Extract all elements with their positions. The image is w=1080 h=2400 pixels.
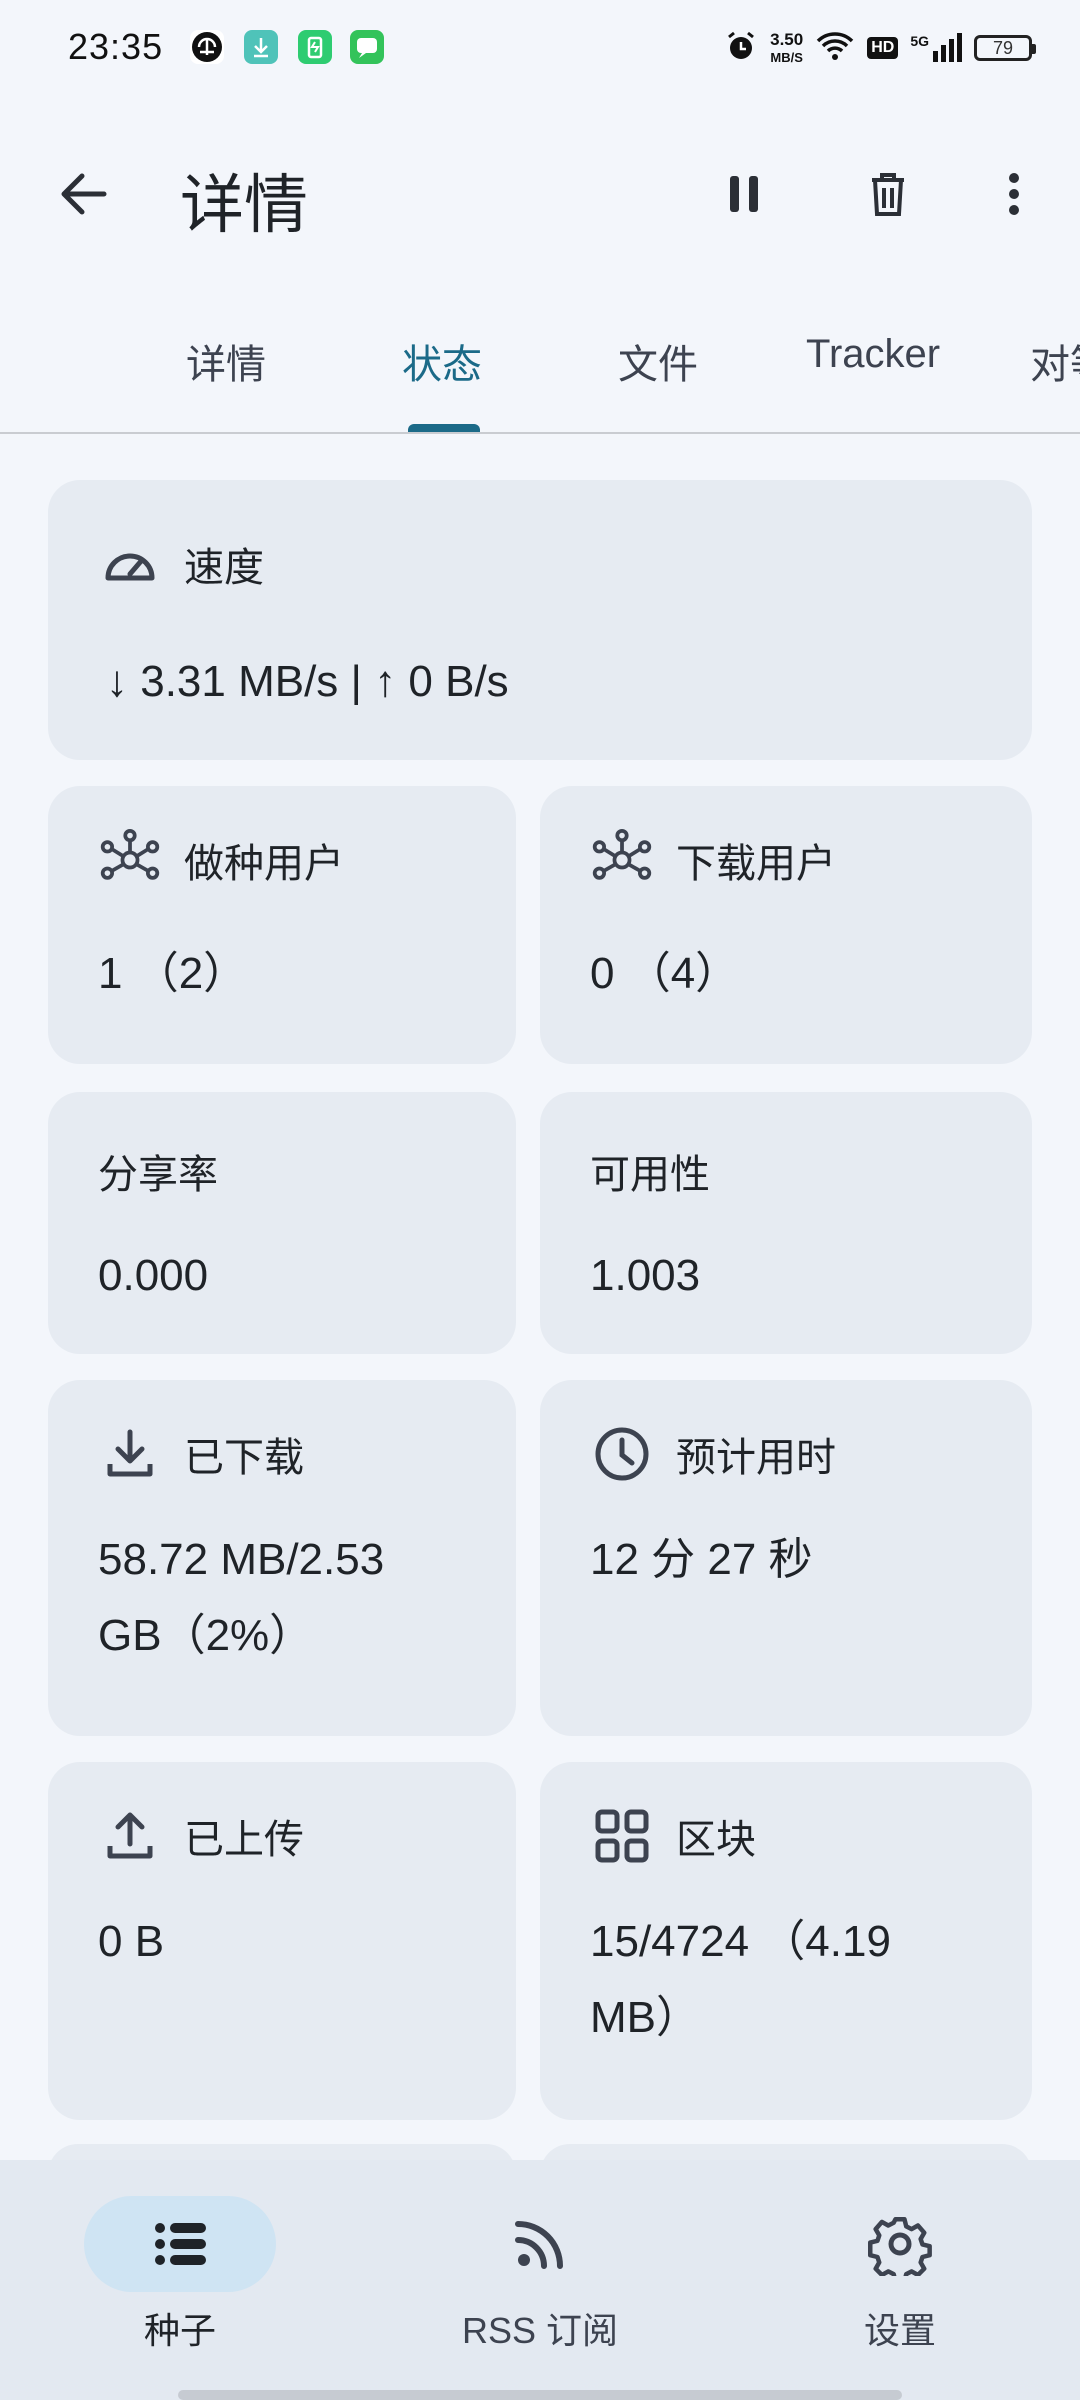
download-icon <box>98 1422 162 1486</box>
clock-icon <box>590 1422 654 1486</box>
ratio-value: 0.000 <box>98 1251 209 1300</box>
trash-icon <box>872 173 904 216</box>
more-options-button[interactable] <box>978 158 1050 230</box>
network-speed: 3.50 MB/S <box>770 31 803 66</box>
seeds-value: 1 （2） <box>98 949 248 998</box>
cellular-signal-icon: 5G <box>910 33 962 63</box>
alarm-icon <box>724 29 758 68</box>
uploaded-value: 0 B <box>98 1917 165 1966</box>
peers-card: 下载用户 0 （4） <box>540 786 1032 1064</box>
nav-rss[interactable]: RSS 订阅 <box>390 2196 690 2354</box>
pieces-label: 区块 <box>676 1818 756 1862</box>
pieces-value: 15/4724 （4.19 MB） <box>590 1904 891 2056</box>
eta-header: 预计用时 <box>590 1422 836 1486</box>
nav-torrents-pill <box>84 2196 276 2292</box>
tab-status[interactable]: 状态 <box>402 332 482 390</box>
availability-label: 可用性 <box>590 1153 710 1197</box>
tab-bar: 详情 状态 文件 Tracker 对等 <box>0 300 1080 434</box>
nav-rss-pill <box>444 2196 636 2292</box>
hub-icon <box>98 828 162 892</box>
list-icon <box>155 2223 206 2265</box>
bottom-navigation: 种子 RSS 订阅 设置 <box>0 2160 1080 2400</box>
back-button[interactable] <box>52 162 116 226</box>
gear-icon <box>868 2216 932 2276</box>
downloaded-card: 已下载 58.72 MB/2.53 GB（2%） <box>48 1380 516 1736</box>
uploaded-header: 已上传 <box>98 1804 304 1868</box>
speed-value: ↓ 3.31 MB/s | ↑ 0 B/s <box>106 657 509 706</box>
downloaded-label: 已下载 <box>184 1436 304 1480</box>
network-type: 5G <box>910 33 929 49</box>
speedometer-icon <box>98 532 162 596</box>
downloaded-value: 58.72 MB/2.53 GB（2%） <box>98 1522 384 1674</box>
status-right: 3.50 MB/S HD 5G 79 <box>724 24 1036 72</box>
nav-torrents[interactable]: 种子 <box>30 2196 330 2354</box>
network-speed-unit: MB/S <box>770 49 803 65</box>
pieces-value-line1: 15/4724 （4.19 <box>590 1917 891 1966</box>
speed-header: 速度 <box>98 532 264 596</box>
battery-icon: 79 <box>974 35 1036 61</box>
status-bar: 23:35 3.50 MB/S HD 5G 79 <box>0 0 1080 96</box>
downloaded-header: 已下载 <box>98 1422 304 1486</box>
status-time: 23:35 <box>68 26 164 67</box>
delete-button[interactable] <box>852 158 924 230</box>
eta-label: 预计用时 <box>676 1436 836 1480</box>
home-indicator <box>178 2390 902 2400</box>
tab-tracker[interactable]: Tracker <box>806 332 940 377</box>
hd-badge: HD <box>867 37 899 59</box>
eta-value: 12 分 27 秒 <box>590 1535 813 1584</box>
more-vert-icon <box>1009 173 1019 215</box>
upload-icon <box>98 1804 162 1868</box>
ratio-card: 分享率 0.000 <box>48 1092 516 1354</box>
grid-icon <box>590 1804 654 1868</box>
nav-torrents-label: 种子 <box>143 2310 216 2351</box>
nav-rss-label: RSS 订阅 <box>461 2310 619 2351</box>
ratio-label: 分享率 <box>98 1153 218 1197</box>
tab-indicator <box>408 424 480 432</box>
pieces-header: 区块 <box>590 1804 756 1868</box>
tab-details[interactable]: 详情 <box>186 332 266 390</box>
hub-icon <box>590 828 654 892</box>
network-speed-value: 3.50 <box>770 29 804 49</box>
browser-icon <box>190 30 224 64</box>
availability-value: 1.003 <box>590 1251 701 1300</box>
tab-peers[interactable]: 对等 <box>1030 332 1080 390</box>
battery-saver-icon <box>298 30 332 64</box>
tab-files[interactable]: 文件 <box>618 332 698 390</box>
rss-icon <box>515 2221 563 2269</box>
seeds-header: 做种用户 <box>98 828 344 892</box>
pieces-value-line2: MB） <box>590 1993 700 2042</box>
pause-icon <box>730 176 758 212</box>
speed-card: 速度 ↓ 3.31 MB/s | ↑ 0 B/s <box>48 480 1032 760</box>
uploaded-card: 已上传 0 B <box>48 1762 516 2120</box>
availability-card: 可用性 1.003 <box>540 1092 1032 1354</box>
nav-settings[interactable]: 设置 <box>750 2196 1050 2354</box>
eta-card: 预计用时 12 分 27 秒 <box>540 1380 1032 1736</box>
top-app-bar: 详情 <box>0 118 1080 268</box>
peers-header: 下载用户 <box>590 828 836 892</box>
downloaded-value-line1: 58.72 MB/2.53 <box>98 1535 385 1584</box>
speed-label: 速度 <box>184 546 264 590</box>
page-title: 详情 <box>180 169 308 241</box>
peers-value: 0 （4） <box>590 949 740 998</box>
uploaded-label: 已上传 <box>184 1818 304 1862</box>
arrow-back-icon <box>61 173 107 215</box>
nav-settings-label: 设置 <box>863 2310 936 2351</box>
seeds-card: 做种用户 1 （2） <box>48 786 516 1064</box>
pause-button[interactable] <box>708 158 780 230</box>
pieces-card: 区块 15/4724 （4.19 MB） <box>540 1762 1032 2120</box>
peers-label: 下载用户 <box>676 842 836 886</box>
nav-settings-pill <box>804 2196 996 2292</box>
message-icon <box>350 30 384 64</box>
seeds-label: 做种用户 <box>184 842 344 886</box>
downloaded-value-line2: GB（2%） <box>98 1611 314 1660</box>
wifi-icon <box>815 30 855 67</box>
download-notification-icon <box>244 30 278 64</box>
